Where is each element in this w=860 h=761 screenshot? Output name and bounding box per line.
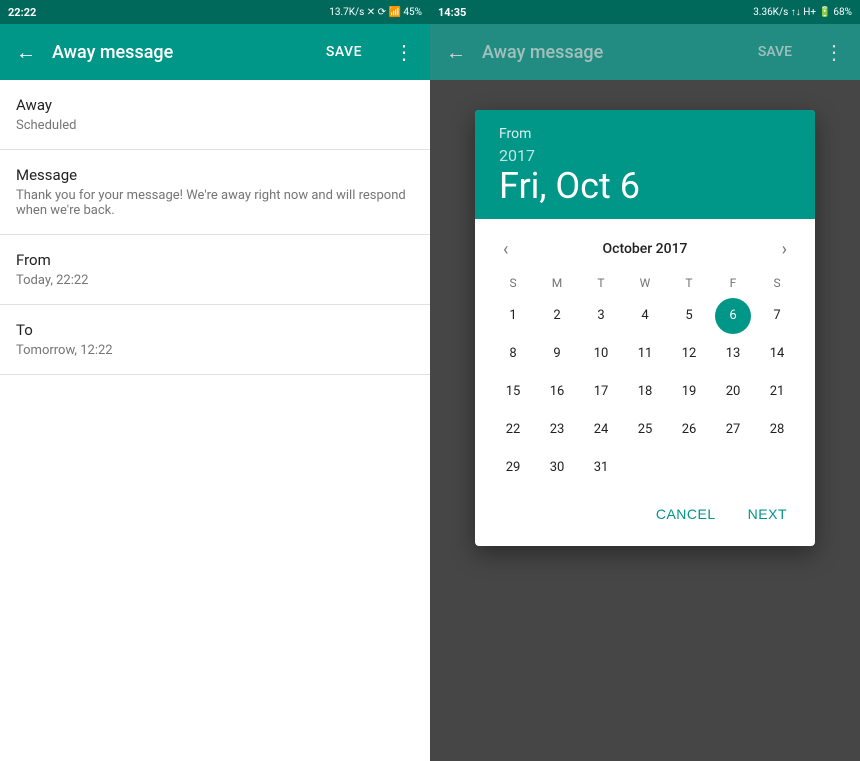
calendar-day[interactable]: 28 <box>759 412 795 448</box>
prev-month-button[interactable]: ‹ <box>495 235 516 264</box>
next-month-button[interactable]: › <box>774 235 795 264</box>
calendar-day[interactable]: 18 <box>627 374 663 410</box>
dialog-actions: CANCEL NEXT <box>475 486 815 546</box>
calendar-day[interactable]: 9 <box>539 336 575 372</box>
calendar-day[interactable]: 24 <box>583 412 619 448</box>
calendar-body: ‹ October 2017 › SMTWTFS 123456789101112… <box>475 219 815 486</box>
status-bar-right: 14:35 3.36K/s ↑↓ H+ 🔋 68% <box>430 0 860 24</box>
setting-item-message[interactable]: Message Thank you for your message! We'r… <box>0 150 430 235</box>
setting-value-message: Thank you for your message! We're away r… <box>16 188 414 218</box>
date-picker-dialog: From 2017 Fri, Oct 6 ‹ October 2017 › SM… <box>475 110 815 546</box>
calendar-day[interactable]: 19 <box>671 374 707 410</box>
weekday-headers: SMTWTFS <box>491 272 799 294</box>
setting-item-away[interactable]: Away Scheduled <box>0 80 430 150</box>
weekday-label: W <box>623 272 667 294</box>
weekday-label: T <box>579 272 623 294</box>
setting-item-to[interactable]: To Tomorrow, 12:22 <box>0 305 430 375</box>
setting-value-from: Today, 22:22 <box>16 273 414 288</box>
right-time: 14:35 <box>438 6 466 19</box>
calendar-day[interactable]: 11 <box>627 336 663 372</box>
year-label: 2017 <box>499 146 791 165</box>
calendar-day[interactable]: 21 <box>759 374 795 410</box>
calendar-day[interactable]: 22 <box>495 412 531 448</box>
calendar-day[interactable]: 23 <box>539 412 575 448</box>
from-label: From <box>499 126 791 142</box>
calendar-day[interactable]: 20 <box>715 374 751 410</box>
weekday-label: F <box>711 272 755 294</box>
calendar-day <box>715 450 751 486</box>
page-title-right: Away message <box>482 42 742 63</box>
month-year-label: October 2017 <box>602 241 687 257</box>
calendar-day[interactable]: 5 <box>671 298 707 334</box>
dialog-backdrop: From 2017 Fri, Oct 6 ‹ October 2017 › SM… <box>430 80 860 761</box>
more-options-right[interactable]: ⋮ <box>824 40 844 64</box>
calendar-day <box>759 450 795 486</box>
calendar-day[interactable]: 13 <box>715 336 751 372</box>
left-time: 22:22 <box>8 6 36 19</box>
right-panel: 14:35 3.36K/s ↑↓ H+ 🔋 68% ← Away message… <box>430 0 860 761</box>
setting-value-away: Scheduled <box>16 118 414 133</box>
left-status-icons: 13.7K/s ✕ ⟳ 📶 45% <box>329 7 422 18</box>
calendar-day <box>627 450 663 486</box>
setting-value-to: Tomorrow, 12:22 <box>16 343 414 358</box>
weekday-label: S <box>491 272 535 294</box>
calendar-day[interactable]: 6 <box>715 298 751 334</box>
toolbar-right: ← Away message SAVE ⋮ <box>430 24 860 80</box>
calendar-day[interactable]: 29 <box>495 450 531 486</box>
selected-date-label: Fri, Oct 6 <box>499 167 791 207</box>
page-title-left: Away message <box>52 42 310 63</box>
calendar-day[interactable]: 7 <box>759 298 795 334</box>
setting-label-message: Message <box>16 166 414 184</box>
calendar-day[interactable]: 15 <box>495 374 531 410</box>
status-bar-left: 22:22 13.7K/s ✕ ⟳ 📶 45% <box>0 0 430 24</box>
toolbar-left: ← Away message SAVE ⋮ <box>0 24 430 80</box>
calendar-day[interactable]: 26 <box>671 412 707 448</box>
calendar-day[interactable]: 25 <box>627 412 663 448</box>
calendar-day[interactable]: 3 <box>583 298 619 334</box>
setting-label-to: To <box>16 321 414 339</box>
weekday-label: T <box>667 272 711 294</box>
calendar-day[interactable]: 1 <box>495 298 531 334</box>
calendar-day[interactable]: 14 <box>759 336 795 372</box>
calendar-day[interactable]: 4 <box>627 298 663 334</box>
weekday-label: S <box>755 272 799 294</box>
date-picker-header: From 2017 Fri, Oct 6 <box>475 110 815 219</box>
month-navigation: ‹ October 2017 › <box>491 227 799 272</box>
calendar-day[interactable]: 12 <box>671 336 707 372</box>
setting-label-away: Away <box>16 96 414 114</box>
settings-list: Away Scheduled Message Thank you for you… <box>0 80 430 761</box>
calendar-day[interactable]: 2 <box>539 298 575 334</box>
cancel-button[interactable]: CANCEL <box>644 498 728 530</box>
calendar-day[interactable]: 27 <box>715 412 751 448</box>
calendar-day[interactable]: 10 <box>583 336 619 372</box>
setting-label-from: From <box>16 251 414 269</box>
calendar-day[interactable]: 17 <box>583 374 619 410</box>
more-options-left[interactable]: ⋮ <box>394 40 414 64</box>
back-button-left[interactable]: ← <box>16 40 36 65</box>
next-button[interactable]: NEXT <box>736 498 799 530</box>
calendar-day[interactable]: 8 <box>495 336 531 372</box>
calendar-days: 1234567891011121314151617181920212223242… <box>491 298 799 486</box>
setting-item-from[interactable]: From Today, 22:22 <box>0 235 430 305</box>
left-panel: 22:22 13.7K/s ✕ ⟳ 📶 45% ← Away message S… <box>0 0 430 761</box>
calendar-day[interactable]: 30 <box>539 450 575 486</box>
calendar-day[interactable]: 31 <box>583 450 619 486</box>
back-button-right[interactable]: ← <box>446 40 466 65</box>
right-status-icons: 3.36K/s ↑↓ H+ 🔋 68% <box>753 7 852 18</box>
calendar-day <box>671 450 707 486</box>
save-button-left[interactable]: SAVE <box>326 44 362 60</box>
weekday-label: M <box>535 272 579 294</box>
save-button-right[interactable]: SAVE <box>758 44 792 60</box>
calendar-day[interactable]: 16 <box>539 374 575 410</box>
